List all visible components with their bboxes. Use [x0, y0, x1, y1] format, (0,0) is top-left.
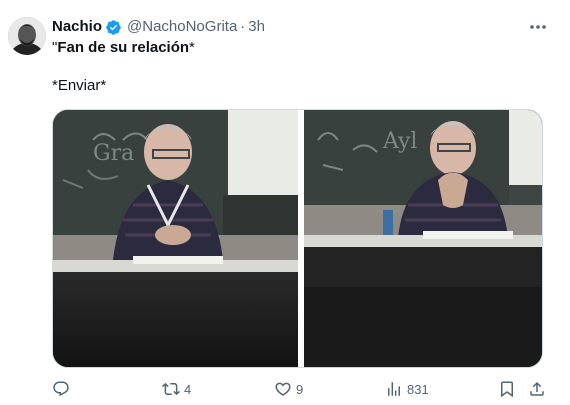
- tweet-text-line-1: "Fan de su relación*: [52, 39, 195, 56]
- reply-button[interactable]: [52, 378, 74, 400]
- views-button[interactable]: 831: [385, 378, 429, 400]
- views-icon: [388, 382, 400, 396]
- avatar-image: [8, 17, 46, 55]
- tweet-header: Nachio @NachoNoGrita · 3h: [52, 17, 265, 37]
- meme-photo: Gra Ayl: [53, 110, 542, 367]
- retweet-count: 4: [184, 381, 192, 397]
- user-handle[interactable]: @NachoNoGrita: [127, 17, 237, 37]
- avatar[interactable]: [8, 17, 46, 55]
- tweet-text-bold: Fan de su relación: [57, 39, 190, 56]
- tweet-media-image[interactable]: Gra Ayl: [52, 109, 543, 368]
- more-icon: [530, 25, 546, 29]
- left-board-text: Gra: [93, 141, 134, 166]
- reply-icon: [53, 381, 69, 397]
- tweet-text: "Fan de su relación* *Enviar*: [52, 38, 532, 96]
- views-count: 831: [407, 381, 429, 397]
- verified-badge-icon: [105, 19, 122, 36]
- share-button[interactable]: [528, 378, 546, 400]
- like-count: 9: [296, 381, 304, 397]
- like-button[interactable]: 9: [274, 378, 303, 400]
- bookmark-icon: [501, 381, 513, 398]
- more-options-button[interactable]: [528, 19, 548, 35]
- separator-dot: ·: [240, 18, 246, 35]
- bookmark-button[interactable]: [498, 378, 516, 400]
- action-bar: 4 9 831: [52, 378, 547, 400]
- timestamp[interactable]: 3h: [248, 17, 265, 37]
- retweet-button[interactable]: 4: [162, 378, 191, 400]
- tweet: Nachio @NachoNoGrita · 3h "Fan de su rel…: [0, 0, 570, 405]
- tweet-text-line-2: *Enviar*: [52, 77, 107, 94]
- display-name[interactable]: Nachio: [52, 17, 102, 37]
- right-panel: Ayl: [304, 110, 542, 367]
- share-icon: [530, 381, 544, 396]
- heart-icon: [275, 382, 291, 396]
- left-panel: Gra: [53, 110, 298, 367]
- right-board-text: Ayl: [382, 129, 417, 154]
- retweet-icon: [162, 382, 180, 396]
